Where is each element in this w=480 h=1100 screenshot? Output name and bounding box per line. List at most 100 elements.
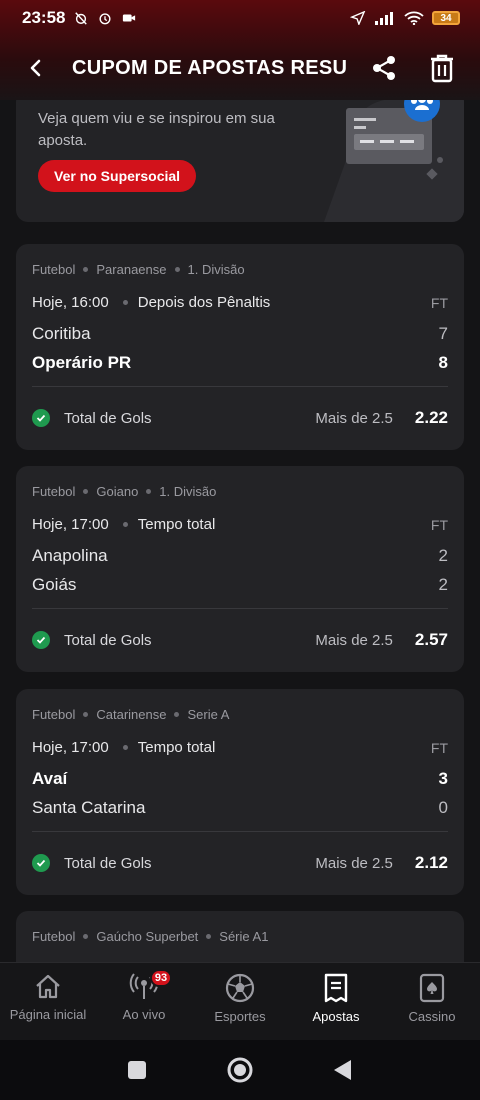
status-time: 23:58: [22, 8, 66, 27]
league-label: Catarinense: [96, 707, 167, 722]
away-team: Operário PR: [32, 353, 132, 372]
top-bar: 23:58 34 CUPOM DE APOSTAS RESULT...: [0, 0, 480, 100]
odd-value: 2.57: [414, 630, 448, 649]
selection-label: Mais de 2.5: [315, 854, 393, 872]
home-team-row: Anapolina 2: [32, 546, 448, 566]
away-score: 8: [438, 353, 448, 372]
back-nav-button[interactable]: [333, 1059, 353, 1081]
promo-text: Veja quem viu e se inspirou em sua apost…: [38, 110, 275, 149]
division-label: 1. Divisão: [187, 262, 245, 277]
event-time: Hoje, 17:00: [32, 739, 109, 756]
home-score: 7: [438, 324, 448, 343]
divider: [32, 831, 448, 832]
supersocial-promo: Veja quem viu e se inspirou em sua apost…: [16, 100, 464, 222]
share-icon: [373, 56, 395, 80]
selection-label: Mais de 2.5: [315, 631, 393, 649]
event-card[interactable]: Futebol Catarinense Serie A Hoje, 17:00 …: [16, 689, 464, 895]
home-team-row: Avaí 3: [32, 769, 448, 789]
event-breadcrumb: Futebol Paranaense 1. Divisão: [32, 262, 245, 277]
away-score: 0: [438, 798, 448, 817]
supersocial-button[interactable]: Ver no Supersocial: [38, 160, 197, 192]
sport-label: Futebol: [32, 262, 76, 277]
event-breadcrumb: Futebol Catarinense Serie A: [32, 707, 229, 722]
away-team-row: Goiás 2: [32, 575, 448, 595]
alarm-icon: [99, 13, 111, 25]
event-breadcrumb: Futebol Goiano 1. Divisão: [32, 484, 216, 499]
home-score: 3: [438, 769, 448, 788]
home-button[interactable]: [227, 1057, 253, 1083]
event-result-status: FT: [430, 739, 448, 756]
divider: [32, 608, 448, 609]
away-team: Santa Catarina: [32, 798, 146, 817]
soccer-ball-icon: [225, 973, 255, 1003]
nav-label: Esportes: [214, 1009, 266, 1024]
app-header: CUPOM DE APOSTAS RESULT...: [0, 36, 480, 100]
sport-label: Futebol: [32, 707, 76, 722]
system-nav-bar: [0, 1040, 480, 1100]
receipt-icon: [324, 973, 348, 1003]
event-state: Depois dos Pênaltis: [137, 294, 271, 311]
home-team: Anapolina: [32, 546, 108, 565]
location-arrow-icon: [350, 11, 366, 25]
division-label: 1. Divisão: [159, 484, 217, 499]
bet-selection-row: Total de Gols Mais de 2.5 2.12: [32, 853, 448, 873]
nav-item-live[interactable]: 93 Ao vivo: [96, 963, 192, 1040]
event-time: Hoje, 17:00: [32, 516, 109, 533]
bottom-nav: Página inicial 93 Ao vivo Esportes Apost…: [0, 962, 480, 1040]
live-count-badge: 93: [150, 969, 172, 987]
event-result-status: FT: [430, 516, 448, 533]
home-team: Coritiba: [32, 324, 91, 343]
back-button[interactable]: [16, 48, 56, 88]
league-label: Gaúcho Superbet: [96, 929, 199, 944]
event-card[interactable]: Futebol Goiano 1. Divisão Hoje, 17:00 Te…: [16, 466, 464, 672]
nav-label: Apostas: [312, 1009, 360, 1024]
sport-label: Futebol: [32, 484, 76, 499]
bet-slip-content[interactable]: Veja quem viu e se inspirou em sua apost…: [0, 100, 480, 962]
page-title: CUPOM DE APOSTAS RESULT...: [72, 56, 348, 79]
event-result-status: FT: [430, 294, 448, 311]
card-icon: [419, 973, 445, 1003]
market-label: Total de Gols: [64, 409, 152, 427]
nav-label: Cassino: [408, 1009, 456, 1024]
video-camera-icon: [123, 14, 136, 22]
event-state: Tempo total: [137, 516, 216, 533]
away-team-row: Operário PR 8: [32, 353, 448, 373]
divider: [32, 386, 448, 387]
check-icon: [32, 854, 50, 872]
nav-item-casino[interactable]: Cassino: [384, 963, 480, 1040]
event-state: Tempo total: [137, 739, 216, 756]
event-time-row: Hoje, 16:00 Depois dos Pênaltis FT: [32, 294, 448, 311]
home-icon: [36, 974, 60, 999]
odd-value: 2.12: [414, 853, 448, 872]
market-label: Total de Gols: [64, 854, 152, 872]
wifi-icon: [404, 11, 424, 25]
division-label: Série A1: [219, 929, 269, 944]
odd-value: 2.22: [414, 408, 448, 427]
event-breadcrumb: Futebol Gaúcho Superbet Série A1: [32, 929, 268, 944]
share-button[interactable]: [362, 46, 406, 90]
chevron-left-icon: [30, 59, 41, 77]
nav-item-home[interactable]: Página inicial: [0, 963, 96, 1040]
recents-button[interactable]: [127, 1060, 147, 1080]
away-team: Goiás: [32, 575, 77, 594]
home-team-row: Coritiba 7: [32, 324, 448, 344]
division-label: Serie A: [187, 707, 230, 722]
away-team-row: Santa Catarina 0: [32, 798, 448, 818]
league-label: Goiano: [96, 484, 139, 499]
check-icon: [32, 631, 50, 649]
nav-item-bets[interactable]: Apostas: [288, 963, 384, 1040]
supersocial-illustration-icon: [324, 100, 464, 222]
bet-selection-row: Total de Gols Mais de 2.5 2.22: [32, 408, 448, 428]
event-time-row: Hoje, 17:00 Tempo total FT: [32, 516, 448, 533]
battery-indicator: 34: [432, 11, 460, 25]
sport-label: Futebol: [32, 929, 76, 944]
event-card[interactable]: Futebol Gaúcho Superbet Série A1: [16, 911, 464, 962]
delete-button[interactable]: [420, 46, 464, 90]
nav-item-sports[interactable]: Esportes: [192, 963, 288, 1040]
selection-label: Mais de 2.5: [315, 409, 393, 427]
trash-icon: [431, 54, 453, 83]
bet-selection-row: Total de Gols Mais de 2.5 2.57: [32, 630, 448, 650]
event-card[interactable]: Futebol Paranaense 1. Divisão Hoje, 16:0…: [16, 244, 464, 450]
signal-icon: [375, 12, 393, 25]
nav-label: Ao vivo: [122, 1007, 166, 1022]
